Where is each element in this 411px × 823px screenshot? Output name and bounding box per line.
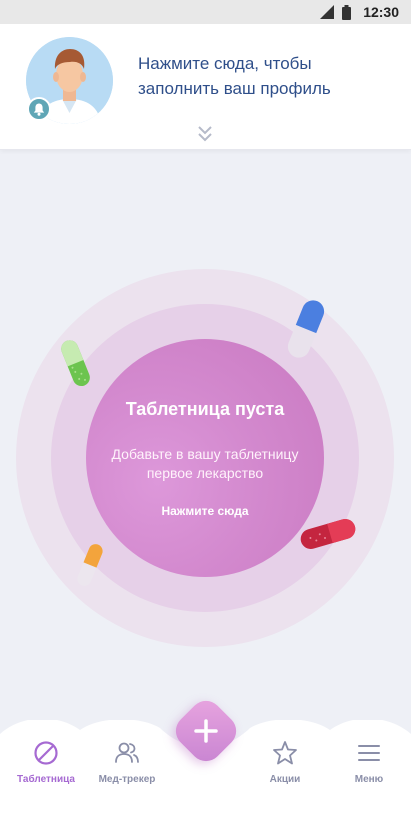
nav-label-menu: Меню bbox=[354, 774, 384, 785]
status-clock: 12:30 bbox=[363, 4, 399, 20]
nav-label-promotions: Акции bbox=[269, 774, 301, 785]
battery-icon bbox=[342, 4, 352, 20]
status-bar: 12:30 bbox=[0, 0, 411, 24]
add-medicine-button[interactable] bbox=[169, 694, 243, 768]
nav-label-med-tracker: Мед-трекер bbox=[98, 774, 156, 785]
menu-icon bbox=[358, 745, 380, 761]
empty-pillbox-button[interactable]: Таблетница пуста Добавьте в вашу таблетн… bbox=[86, 339, 324, 577]
profile-prompt[interactable]: Нажмите сюда, чтобы заполнить ваш профил… bbox=[138, 51, 368, 101]
nav-item-med-tracker[interactable]: Мед-трекер bbox=[87, 740, 167, 800]
signal-icon bbox=[320, 5, 335, 19]
red-capsule-icon bbox=[300, 519, 356, 549]
empty-description: Добавьте в вашу таблетницу первое лекарс… bbox=[111, 446, 299, 481]
nav-item-pillbox[interactable]: Таблетница bbox=[6, 740, 86, 800]
nav-item-menu[interactable]: Меню bbox=[329, 740, 409, 800]
bell-icon bbox=[27, 97, 51, 121]
blue-capsule-icon bbox=[287, 300, 325, 358]
pillbox-area: Таблетница пуста Добавьте в вашу таблетн… bbox=[0, 150, 411, 720]
empty-title: Таблетница пуста bbox=[125, 399, 285, 419]
orange-capsule-icon bbox=[77, 544, 103, 586]
green-capsule-icon bbox=[61, 340, 90, 387]
plus-icon bbox=[194, 719, 218, 743]
double-chevron-down-icon[interactable] bbox=[196, 124, 214, 144]
profile-header[interactable]: Нажмите сюда, чтобы заполнить ваш профил… bbox=[0, 24, 411, 150]
bottom-nav: Таблетница Мед-трекер Акции Меню bbox=[0, 694, 411, 823]
empty-cta[interactable]: Нажмите сюда bbox=[86, 504, 324, 518]
nav-item-promotions[interactable]: Акции bbox=[245, 740, 325, 800]
pill-slash-icon bbox=[34, 741, 58, 765]
star-icon bbox=[273, 741, 297, 765]
nav-label-pillbox: Таблетница bbox=[17, 774, 75, 785]
people-icon bbox=[115, 742, 139, 763]
